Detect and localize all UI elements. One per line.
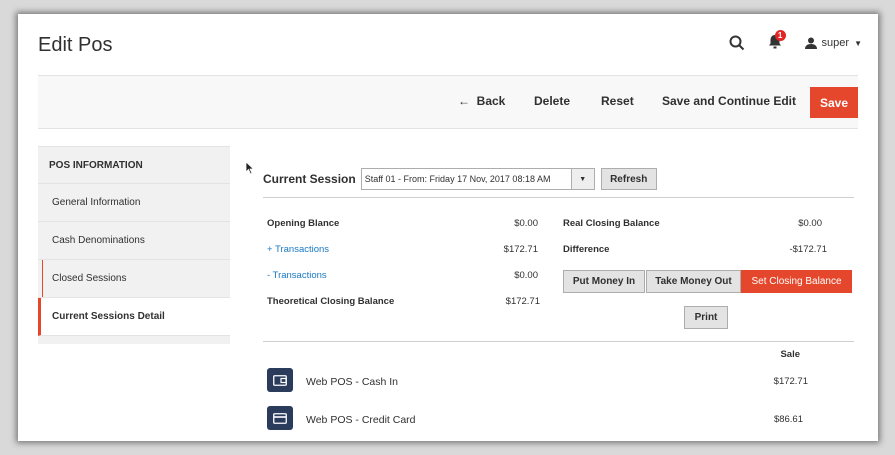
page-title: Edit Pos: [38, 34, 113, 56]
plus-transactions-link[interactable]: + Transactions: [267, 244, 329, 255]
chevron-down-icon: ▼: [854, 38, 862, 48]
print-button[interactable]: Print: [684, 306, 728, 329]
sale-column-header: Sale: [780, 349, 800, 360]
minus-transactions-value: $0.00: [514, 270, 538, 281]
payment-name: Web POS - Credit Card: [306, 414, 416, 426]
current-session-row: Current Session Staff 01 - From: Friday …: [263, 168, 657, 190]
payment-name: Web POS - Cash In: [306, 376, 399, 388]
pos-sidebar: POS INFORMATION General Information Cash…: [38, 146, 230, 344]
chevron-down-icon[interactable]: ▼: [570, 169, 594, 189]
current-session-label: Current Session: [263, 172, 356, 186]
notification-count-badge: 1: [774, 30, 786, 41]
difference-value: -$172.71: [789, 244, 827, 255]
wallet-icon: [267, 368, 293, 392]
user-icon: [804, 37, 817, 49]
mouse-cursor-icon: [245, 161, 255, 175]
session-select[interactable]: Staff 01 - From: Friday 17 Nov, 2017 08:…: [360, 168, 595, 190]
divider: [263, 341, 854, 342]
real-closing-balance-value: $0.00: [798, 218, 822, 229]
back-button[interactable]: ← Back: [458, 94, 505, 108]
credit-card-icon: [267, 406, 293, 430]
search-icon[interactable]: [729, 35, 745, 51]
notifications-bell-icon[interactable]: 1: [767, 30, 786, 52]
difference-label: Difference: [563, 244, 610, 255]
sidebar-heading: POS INFORMATION: [38, 147, 230, 184]
real-closing-balance-label: Real Closing Balance: [563, 218, 660, 229]
opening-balance-label: Opening Blance: [267, 218, 340, 229]
plus-transactions-value: $172.71: [503, 244, 538, 255]
reset-button[interactable]: Reset: [601, 94, 634, 108]
minus-transactions-link[interactable]: - Transactions: [267, 270, 327, 281]
sidebar-footer: [38, 336, 230, 344]
back-label: Back: [476, 94, 506, 108]
arrow-left-icon: ←: [458, 94, 470, 108]
user-menu[interactable]: super ▼: [804, 37, 862, 49]
payment-sale: $86.61: [773, 414, 803, 425]
session-select-value: Staff 01 - From: Friday 17 Nov, 2017 08:…: [364, 174, 551, 184]
sidebar-item-cash-denominations[interactable]: Cash Denominations: [38, 222, 230, 260]
theoretical-closing-balance-label: Theoretical Closing Balance: [267, 296, 395, 307]
set-closing-balance-button[interactable]: Set Closing Balance: [741, 270, 852, 293]
save-and-continue-button[interactable]: Save and Continue Edit: [662, 94, 796, 108]
put-money-in-button[interactable]: Put Money In: [563, 270, 645, 293]
header-actions: 1 super ▼: [729, 30, 862, 52]
payment-sale: $172.71: [773, 376, 808, 387]
save-button[interactable]: Save: [810, 87, 858, 118]
sidebar-item-current-sessions-detail[interactable]: Current Sessions Detail: [38, 298, 230, 336]
opening-balance-value: $0.00: [514, 218, 538, 229]
sidebar-item-general-information[interactable]: General Information: [38, 184, 230, 222]
page-actions-toolbar: ← Back Delete Reset Save and Continue Ed…: [38, 75, 858, 129]
sidebar-item-closed-sessions[interactable]: Closed Sessions: [38, 260, 230, 298]
divider: [263, 197, 854, 198]
theoretical-closing-balance-value: $172.71: [505, 296, 540, 307]
refresh-button[interactable]: Refresh: [600, 168, 657, 190]
app-window: Edit Pos 1 super ▼ ← Back Delete Reset S…: [18, 14, 878, 441]
username: super: [821, 37, 850, 49]
delete-button[interactable]: Delete: [534, 94, 570, 108]
take-money-out-button[interactable]: Take Money Out: [646, 270, 741, 293]
